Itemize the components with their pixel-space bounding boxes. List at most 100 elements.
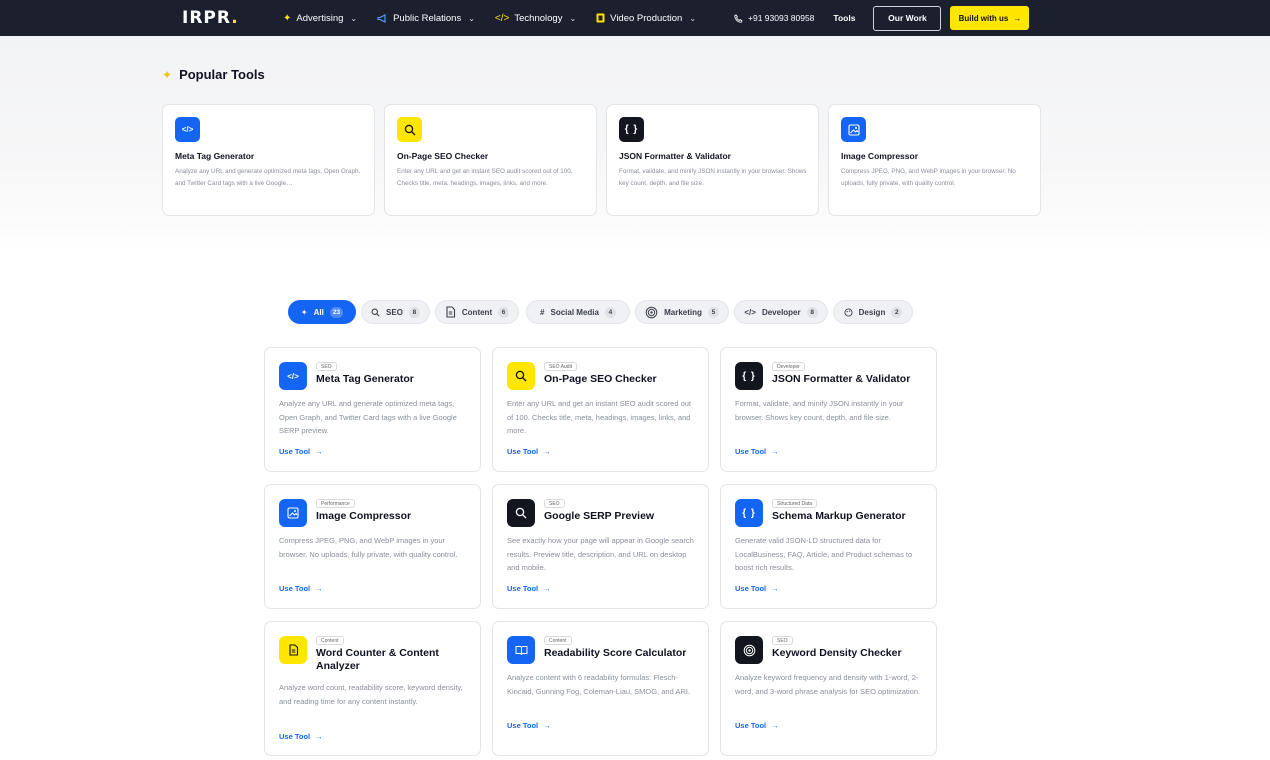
use-tool-link[interactable]: Use Tool → [279,732,323,741]
tool-description: Generate valid JSON-LD structured data f… [735,536,913,572]
use-tool-label: Use Tool [507,447,539,456]
tool-card[interactable]: SEO Audit On-Page SEO Checker Enter any UR… [492,347,709,472]
tool-title: Meta Tag Generator [316,373,414,385]
tool-card[interactable]: Performance Image Compressor Compress JPEG… [264,484,481,609]
popular-tool-card[interactable]: </> Meta Tag Generator Analyze any URL and… [162,104,375,216]
filter-count-badge: 4 [604,306,616,318]
sparkle-icon: ✦ [162,67,173,82]
use-tool-label: Use Tool [279,732,311,741]
use-tool-label: Use Tool [279,584,311,593]
build-with-us-button[interactable]: Build with us → [950,6,1030,30]
tool-card[interactable]: { } Developer JSON Formatter & Validator Fo… [720,347,937,472]
phone-link[interactable]: +91 93093 80958 [734,13,814,23]
nav-right: +91 93093 80958 Tools Our Work Build wit… [734,0,1030,36]
tool-title: On-Page SEO Checker [544,373,657,385]
nav-public-relations[interactable]: Public Relations ⌄ [377,13,475,24]
tool-description: See exactly how your page will appear in… [507,536,694,572]
use-tool-link[interactable]: Use Tool → [735,721,779,730]
tool-card[interactable]: </> SEO Meta Tag Generator Analyze any URL … [264,347,481,472]
tool-category-tag: SEO Audit [544,362,578,371]
image-icon [279,499,307,527]
tool-description: Analyze any URL and generate optimized m… [279,399,457,435]
tool-title: Word Counter & Content Analyzer [316,647,439,672]
document-icon [279,636,307,664]
tool-card[interactable]: SEO Google SERP Preview See exactly how yo… [492,484,709,609]
popular-tool-title: JSON Formatter & Validator [619,151,731,161]
document-icon [445,306,456,318]
sparkle-icon: ✦ [283,12,292,24]
tool-category-tag: Structured Data [772,499,818,508]
filter-count-badge: 8 [806,306,818,318]
popular-tool-title: Meta Tag Generator [175,151,255,161]
tool-category-tag: Performance [316,499,355,508]
category-filters: ✦ All 23 SEO 8 Content 6 # Social Media 4 Marketin… [0,300,1270,324]
chevron-down-icon: ⌄ [350,13,358,23]
nav-technology[interactable]: </> Technology ⌄ [495,13,576,24]
use-tool-label: Use Tool [279,447,311,456]
tool-title: Schema Markup Generator [772,510,906,522]
logo[interactable]: IRPR. [182,8,239,28]
filter-chip-marketing[interactable]: Marketing 5 [635,300,729,324]
arrow-right-icon: → [543,721,551,730]
code-icon: </> [175,117,200,142]
filter-chip-seo[interactable]: SEO 8 [361,300,430,324]
palette-icon [844,307,853,317]
nav-advertising[interactable]: ✦ Advertising ⌄ [283,13,357,24]
filter-count-badge: 6 [498,306,510,318]
our-work-button[interactable]: Our Work [873,5,942,31]
arrow-right-icon: → [315,447,323,456]
tool-category-tag: SEO [772,636,793,645]
arrow-right-icon: → [771,447,779,456]
phone-icon [734,13,743,23]
tool-description: Enter any URL and get an instant SEO aud… [507,399,691,435]
popular-tool-description: Enter any URL and get an instant SEO aud… [397,168,573,187]
use-tool-link[interactable]: Use Tool → [735,584,779,593]
filter-chip-social-media[interactable]: # Social Media 4 [526,300,630,324]
chevron-down-icon: ⌄ [468,13,475,23]
filter-label: Content [461,307,493,317]
code-icon: </> [494,12,510,24]
nav-tools[interactable]: Tools [833,13,855,23]
tool-card[interactable]: Content Readability Score Calculator Analy… [492,621,709,756]
tool-card[interactable]: { } Structured Data Schema Markup Generato… [720,484,937,609]
code-icon: </> [279,362,307,390]
tool-category-tag: SEO [544,499,565,508]
tool-category-tag: Content [316,636,344,645]
search-icon [507,499,535,527]
tool-description: Compress JPEG, PNG, and WebP images in y… [279,536,458,559]
use-tool-link[interactable]: Use Tool → [507,721,551,730]
tool-description: Analyze content with 6 readability formu… [507,673,691,696]
use-tool-label: Use Tool [735,447,767,456]
megaphone-icon [377,13,388,23]
filter-label: SEO [386,307,403,317]
use-tool-label: Use Tool [735,584,767,593]
use-tool-link[interactable]: Use Tool → [507,447,551,456]
tool-category-tag: SEO [316,362,337,371]
tool-card[interactable]: SEO Keyword Density Checker Analyze keywor… [720,621,937,756]
popular-tool-card[interactable]: Image Compressor Compress JPEG, PNG, and … [828,104,1041,216]
use-tool-link[interactable]: Use Tool → [279,447,323,456]
arrow-right-icon: → [543,447,551,456]
filter-chip-design[interactable]: Design 2 [833,300,913,324]
use-tool-link[interactable]: Use Tool → [507,584,551,593]
search-icon [507,362,535,390]
top-nav: IRPR. ✦ Advertising ⌄ Public Relations ⌄… [0,0,1270,36]
popular-tool-description: Analyze any URL and generate optimized m… [175,168,361,187]
popular-tool-card[interactable]: On-Page SEO Checker Enter any URL and get… [384,104,597,216]
nav-video-production[interactable]: Video Production ⌄ [596,13,696,24]
use-tool-link[interactable]: Use Tool → [735,447,779,456]
filter-chip-all[interactable]: ✦ All 23 [288,300,356,324]
filter-label: All [313,307,324,317]
filter-chip-content[interactable]: Content 6 [435,300,519,324]
popular-tool-title: Image Compressor [841,151,918,161]
tool-card[interactable]: Content Word Counter & Content Analyzer An… [264,621,481,756]
tool-title: Keyword Density Checker [772,647,902,659]
popular-tool-card[interactable]: { } JSON Formatter & Validator Format, val… [606,104,819,216]
use-tool-link[interactable]: Use Tool → [279,584,323,593]
target-icon [645,306,658,319]
filter-chip-developer[interactable]: </> Developer 8 [734,300,828,324]
tool-title: Google SERP Preview [544,510,655,522]
arrow-right-icon: → [315,584,323,593]
code-icon: </> [744,307,756,317]
popular-tool-title: On-Page SEO Checker [397,151,489,161]
